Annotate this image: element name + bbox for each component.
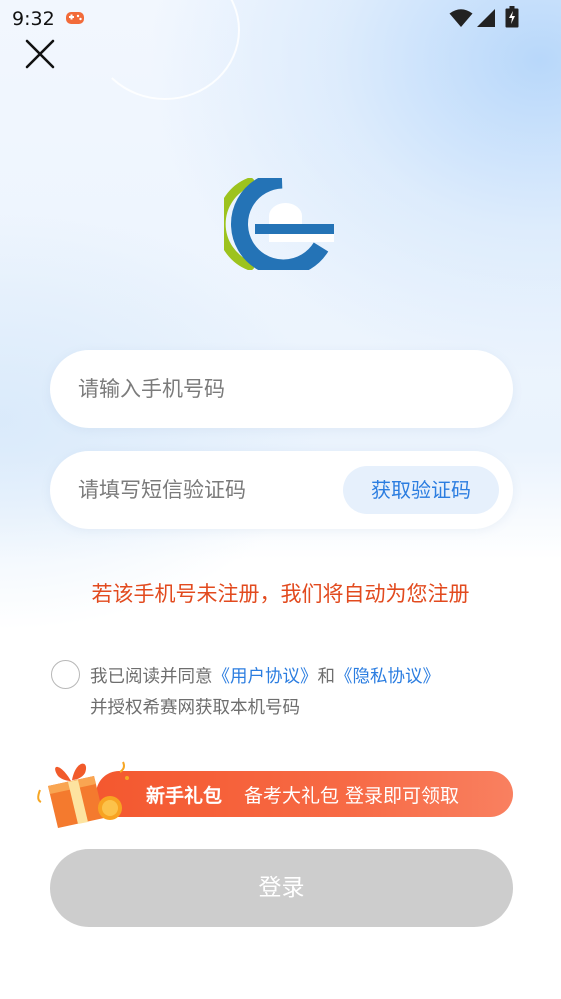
- auto-register-notice: 若该手机号未注册，我们将自动为您注册: [91, 582, 470, 606]
- get-code-button[interactable]: 获取验证码: [343, 466, 499, 514]
- game-icon: [66, 12, 84, 24]
- login-button[interactable]: 登录: [50, 849, 513, 927]
- sms-code-input[interactable]: [78, 451, 348, 529]
- agreement-text: 我已阅读并同意《用户协议》和《隐私协议》 并授权希赛网获取本机号码: [90, 662, 440, 724]
- phone-input[interactable]: [78, 350, 358, 428]
- gift-subtitle: 备考大礼包 登录即可领取: [244, 785, 460, 807]
- brand-e-logo: [224, 178, 334, 270]
- phone-field: [50, 350, 513, 428]
- newbie-gift-banner[interactable]: 新手礼包 备考大礼包 登录即可领取: [96, 771, 513, 817]
- user-agreement-link[interactable]: 《用户协议》: [213, 667, 318, 687]
- agreement-and: 和: [317, 667, 336, 687]
- battery-icon: [505, 6, 519, 28]
- sms-code-field: 获取验证码: [50, 451, 513, 529]
- wifi-icon: [449, 9, 473, 27]
- agreement-line2: 并授权希赛网获取本机号码: [90, 698, 300, 718]
- status-bar: 9:32: [0, 0, 561, 38]
- close-icon[interactable]: [24, 38, 56, 70]
- signal-icon: [477, 9, 495, 27]
- agree-checkbox[interactable]: [51, 660, 80, 689]
- gift-box-icon: [37, 761, 129, 828]
- privacy-agreement-link[interactable]: 《隐私协议》: [335, 667, 440, 687]
- gift-title: 新手礼包: [146, 785, 223, 807]
- status-time: 9:32: [12, 8, 55, 30]
- agreement-prefix: 我已阅读并同意: [90, 667, 213, 687]
